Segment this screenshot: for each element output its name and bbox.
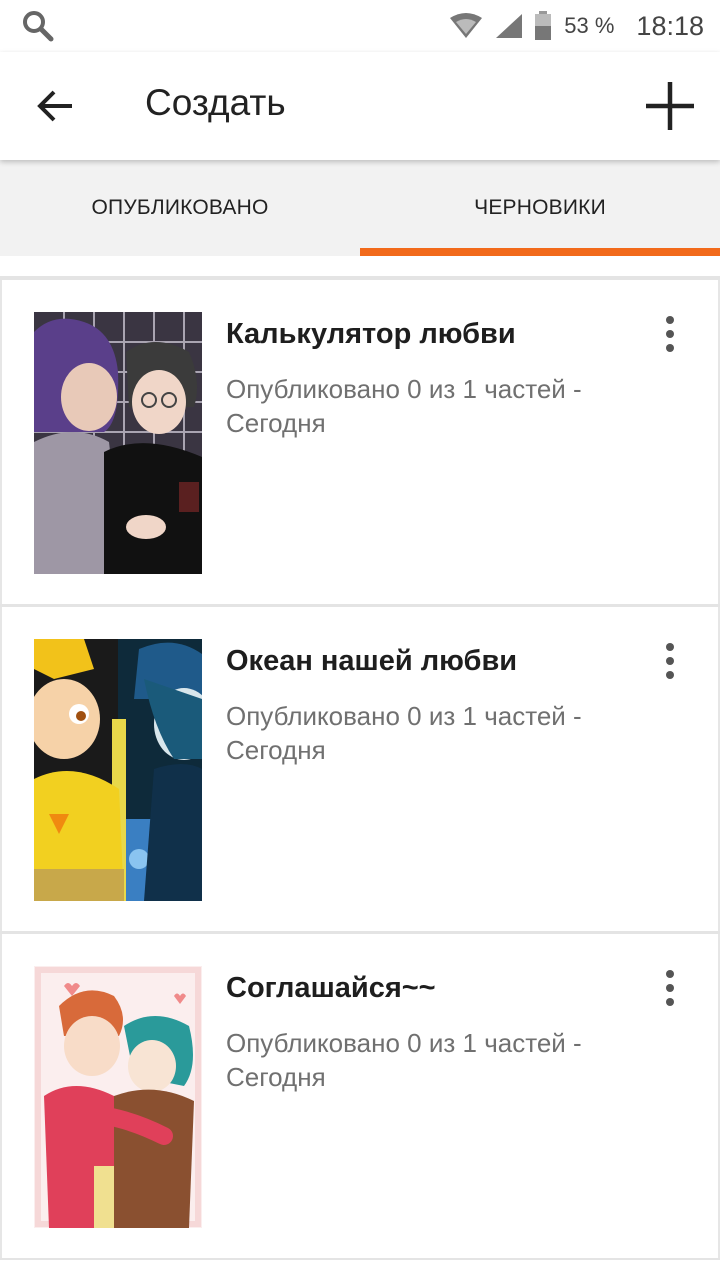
clock: 18:18 [636, 10, 704, 41]
more-options-button[interactable] [652, 968, 688, 1008]
battery-percent: 53 % [564, 13, 615, 38]
signal-icon [496, 14, 523, 38]
plus-icon [646, 82, 694, 130]
dot [666, 657, 674, 665]
battery-icon [535, 11, 552, 40]
wifi-icon [450, 13, 483, 38]
add-story-button[interactable] [640, 76, 700, 136]
story-title[interactable]: Калькулятор любви [226, 318, 516, 351]
story-status: Опубликовано 0 из 1 частей - Сегодня [226, 374, 582, 438]
tab-published[interactable]: ОПУБЛИКОВАНО [0, 160, 360, 256]
story-title[interactable]: Океан нашей любви [226, 645, 517, 678]
search-icon[interactable] [20, 8, 56, 44]
dot [666, 643, 674, 651]
more-options-button[interactable] [652, 641, 688, 681]
dot [666, 316, 674, 324]
dot [666, 998, 674, 1006]
story-cover-image[interactable] [34, 966, 202, 1228]
dot [666, 330, 674, 338]
tab-bar: ОПУБЛИКОВАНО ЧЕРНОВИКИ [0, 160, 720, 256]
story-status: Опубликовано 0 из 1 частей - Сегодня [226, 1028, 582, 1092]
screen: 53 % 18:18 Создать ОПУБЛИКОВАНО ЧЕРНОВИК… [0, 0, 720, 1280]
story-list: Калькулятор любви Опубликовано 0 из 1 ча… [0, 256, 720, 1280]
dot [666, 671, 674, 679]
cover-art-2 [34, 639, 202, 901]
cover-art-1 [34, 312, 202, 574]
story-card[interactable]: Калькулятор любви Опубликовано 0 из 1 ча… [0, 280, 720, 604]
story-status: Опубликовано 0 из 1 частей - Сегодня [226, 701, 582, 765]
page-title: Создать [145, 82, 286, 123]
dot [666, 970, 674, 978]
more-options-button[interactable] [652, 314, 688, 354]
back-button[interactable] [28, 80, 84, 132]
story-title[interactable]: Соглашайся~~ [226, 972, 436, 1005]
dot [666, 344, 674, 352]
story-card[interactable]: Океан нашей любви Опубликовано 0 из 1 ча… [0, 607, 720, 931]
story-cover-image[interactable] [34, 312, 202, 574]
tab-drafts[interactable]: ЧЕРНОВИКИ [360, 160, 720, 256]
list-item-partial [0, 256, 720, 276]
cover-art-3 [34, 966, 202, 1228]
story-cover-image[interactable] [34, 639, 202, 901]
dot [666, 984, 674, 992]
story-card[interactable]: Соглашайся~~ Опубликовано 0 из 1 частей … [0, 934, 720, 1258]
list-item-partial [0, 1260, 720, 1280]
status-icons: 53 % 18:18 [448, 0, 704, 52]
status-bar: 53 % 18:18 [0, 0, 720, 52]
arrow-left-icon [37, 90, 72, 122]
app-bar: Создать [0, 52, 720, 160]
